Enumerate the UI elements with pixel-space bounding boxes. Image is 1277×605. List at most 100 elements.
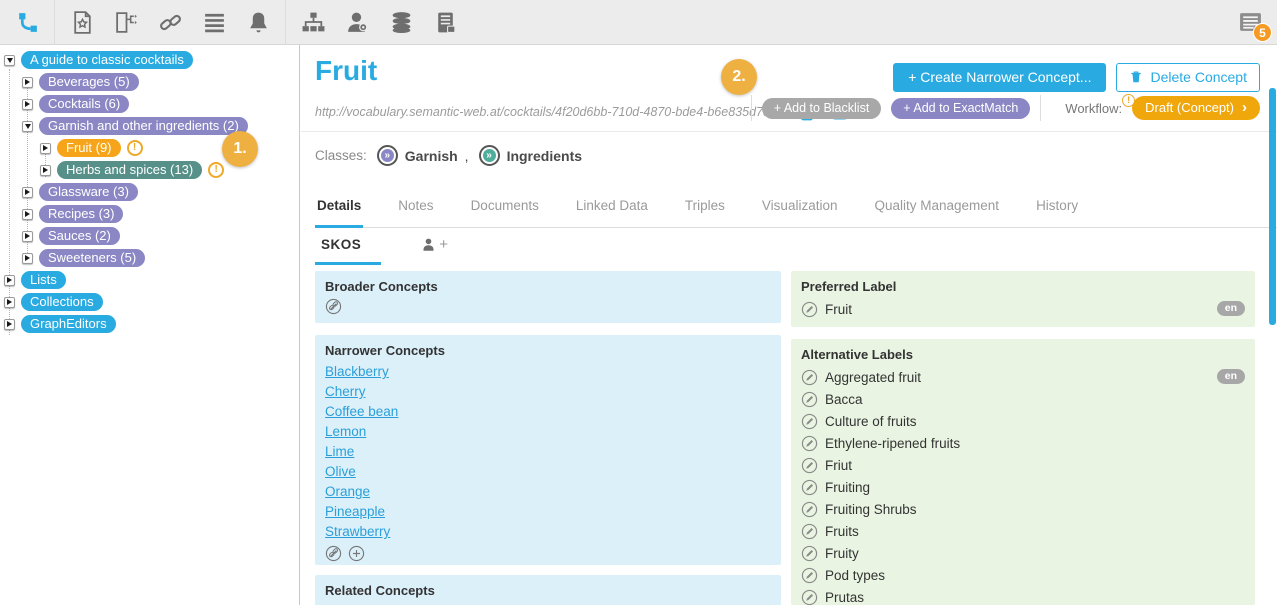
narrower-concept-link[interactable]: Lime: [325, 442, 354, 462]
edit-label-icon[interactable]: [801, 391, 818, 408]
expander-icon[interactable]: [22, 209, 33, 220]
narrower-concept-link[interactable]: Pineapple: [325, 502, 385, 522]
expander-icon[interactable]: [22, 121, 33, 132]
panel-title: Broader Concepts: [325, 279, 771, 294]
narrower-concept-link[interactable]: Blackberry: [325, 362, 389, 382]
panel-title: Narrower Concepts: [325, 343, 771, 358]
tree-item-label[interactable]: Fruit (9): [55, 137, 123, 159]
expander-icon[interactable]: [22, 187, 33, 198]
sitemap-icon[interactable]: [300, 9, 326, 35]
list-icon[interactable]: [201, 9, 227, 35]
tree-item-label[interactable]: Sauces (2): [37, 225, 122, 247]
class-name: Garnish: [405, 148, 458, 164]
narrower-concept-link[interactable]: Strawberry: [325, 522, 390, 542]
project-document-icon[interactable]: [69, 9, 95, 35]
workflow-status-button[interactable]: Draft (Concept) ›: [1132, 96, 1260, 120]
expander-icon[interactable]: [40, 143, 51, 154]
link-concept-icon[interactable]: [325, 298, 342, 315]
edit-label-icon[interactable]: [801, 501, 818, 518]
class-chip[interactable]: » Ingredients: [479, 145, 589, 166]
delete-concept-button[interactable]: Delete Concept: [1116, 63, 1260, 92]
expander-icon[interactable]: [4, 297, 15, 308]
tree-item-label[interactable]: Sweeteners (5): [37, 247, 147, 269]
tab[interactable]: History: [1034, 198, 1080, 228]
class-chips: » Garnish , » Ingredients: [377, 145, 589, 166]
vertical-scrollbar[interactable]: [1269, 88, 1276, 325]
add-concept-icon[interactable]: [348, 545, 365, 562]
tree-item[interactable]: A guide to classic cocktails !: [0, 49, 299, 71]
expander-icon[interactable]: [4, 319, 15, 330]
tree-item[interactable]: Lists !: [0, 269, 299, 291]
notifications-bell-icon[interactable]: [245, 9, 271, 35]
tab[interactable]: Linked Data: [574, 198, 650, 228]
server-icon[interactable]: [432, 9, 458, 35]
edit-label-icon[interactable]: [801, 567, 818, 584]
narrower-concept-link[interactable]: Orange: [325, 482, 370, 502]
narrower-concept-link[interactable]: Cherry: [325, 382, 366, 402]
tree-item-label[interactable]: Collections: [19, 291, 105, 313]
tree-item[interactable]: Sweeteners (5) !: [0, 247, 299, 269]
taxonomy-sidebar: A guide to classic cocktails ! Beverages…: [0, 45, 300, 605]
narrower-concept-link[interactable]: Lemon: [325, 422, 366, 442]
tree-item[interactable]: Cocktails (6) !: [0, 93, 299, 115]
expander-icon[interactable]: [22, 77, 33, 88]
tree-item-label[interactable]: Glassware (3): [37, 181, 140, 203]
expander-icon[interactable]: [22, 231, 33, 242]
tree-item[interactable]: Beverages (5) !: [0, 71, 299, 93]
tree-item-label[interactable]: Recipes (3): [37, 203, 125, 225]
tree-item-label[interactable]: Garnish and other ingredients (2): [37, 115, 250, 137]
alternative-label-value: Pod types: [825, 568, 885, 583]
tab[interactable]: Quality Management: [872, 198, 1001, 228]
taxonomy-logo-icon[interactable]: [14, 9, 40, 35]
tree-item[interactable]: Recipes (3) !: [0, 203, 299, 225]
tree-item[interactable]: Glassware (3) !: [0, 181, 299, 203]
expander-icon[interactable]: [4, 275, 15, 286]
class-chip[interactable]: » Garnish ,: [377, 145, 469, 166]
tree-item-label[interactable]: Lists: [19, 269, 68, 291]
user-settings-icon[interactable]: [344, 9, 370, 35]
tree-item-label[interactable]: A guide to classic cocktails: [19, 49, 195, 71]
tab[interactable]: Triples: [683, 198, 727, 228]
tab[interactable]: Documents: [469, 198, 541, 228]
compare-ab-icon[interactable]: [113, 9, 139, 35]
chevron-right-icon: ›: [1242, 102, 1247, 114]
workflow-status: Draft (Concept): [1145, 100, 1234, 115]
expander-icon[interactable]: [40, 165, 51, 176]
edit-label-icon[interactable]: [801, 369, 818, 386]
narrower-concept-link[interactable]: Coffee bean: [325, 402, 398, 422]
notes-panel-icon[interactable]: 5: [1237, 9, 1263, 35]
expander-icon[interactable]: [22, 253, 33, 264]
tree-item-label[interactable]: GraphEditors: [19, 313, 118, 335]
edit-label-icon[interactable]: [801, 301, 818, 318]
tree-item[interactable]: GraphEditors !: [0, 313, 299, 335]
edit-label-icon[interactable]: [801, 413, 818, 430]
tree-item-label[interactable]: Cocktails (6): [37, 93, 131, 115]
tree-item-label[interactable]: Beverages (5): [37, 71, 141, 93]
database-icon[interactable]: [388, 9, 414, 35]
edit-label-icon[interactable]: [801, 589, 818, 605]
edit-label-icon[interactable]: [801, 523, 818, 540]
tab[interactable]: Details: [315, 198, 363, 228]
expander-icon[interactable]: [4, 55, 15, 66]
edit-label-icon[interactable]: [801, 479, 818, 496]
edit-label-icon[interactable]: [801, 457, 818, 474]
tree-item[interactable]: Sauces (2) !: [0, 225, 299, 247]
add-to-blacklist-button[interactable]: + Add to Blacklist: [762, 98, 882, 119]
tab[interactable]: Notes: [396, 198, 435, 228]
create-narrower-concept-button[interactable]: + Create Narrower Concept...: [893, 63, 1106, 92]
narrower-concept-link[interactable]: Olive: [325, 462, 356, 482]
link-concept-icon[interactable]: [325, 545, 342, 562]
edit-label-icon[interactable]: [801, 545, 818, 562]
tree-item[interactable]: Collections !: [0, 291, 299, 313]
tree-item[interactable]: Herbs and spices (13) !: [0, 159, 299, 181]
tab[interactable]: Visualization: [760, 198, 840, 228]
link-icon[interactable]: [157, 9, 183, 35]
add-to-exactmatch-button[interactable]: + Add to ExactMatch: [891, 98, 1030, 119]
tab-skos[interactable]: SKOS: [315, 237, 381, 265]
application-window: 5 A guide to classic cocktails ! Beverag…: [0, 0, 1277, 605]
tree-item-label[interactable]: Herbs and spices (13): [55, 159, 204, 181]
add-schema-tab[interactable]: +: [421, 236, 448, 265]
edit-label-icon[interactable]: [801, 435, 818, 452]
expander-icon[interactable]: [22, 99, 33, 110]
tree-item[interactable]: Garnish and other ingredients (2) !: [0, 115, 299, 137]
